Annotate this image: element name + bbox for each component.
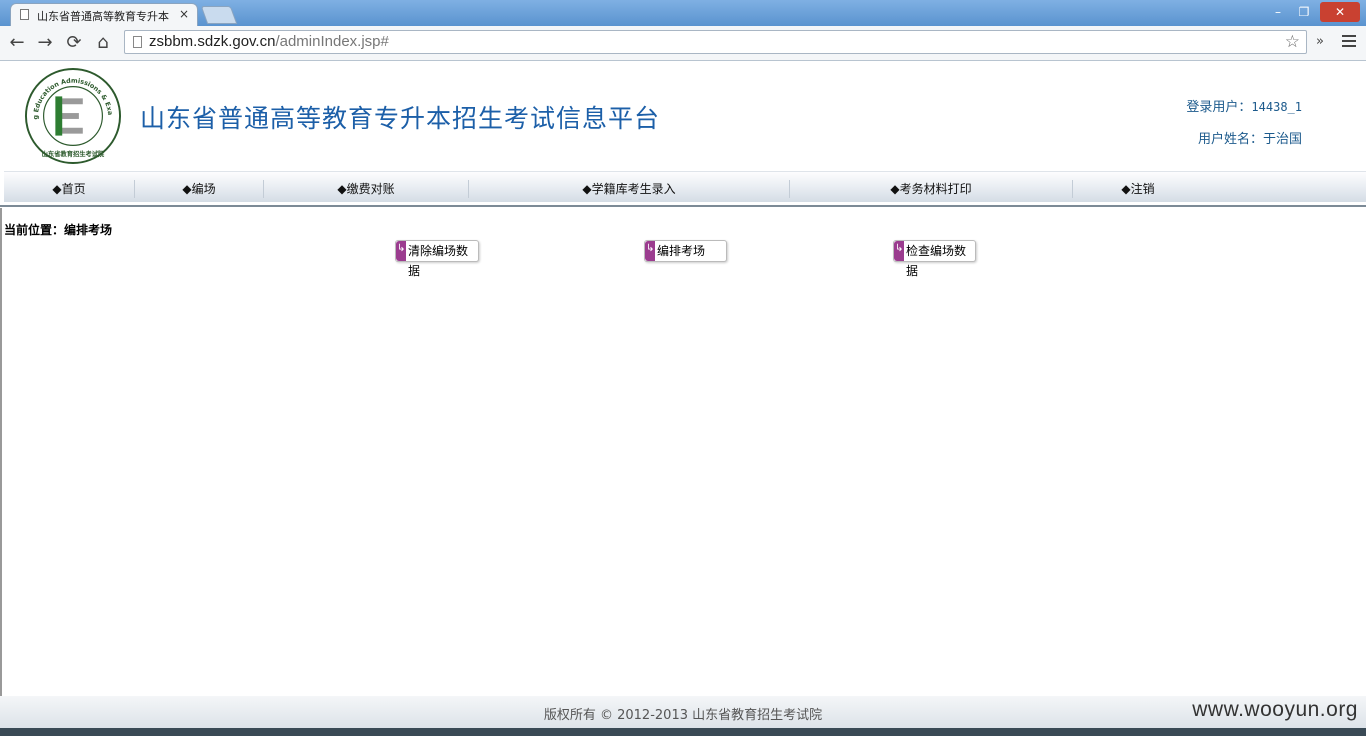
logo-seal-icon: Shandong Education Admissions & Examinat… — [24, 67, 122, 165]
address-bar[interactable]: zsbbm.sdzk.gov.cn/adminIndex.jsp# ☆ — [124, 30, 1307, 54]
tab-title: 山东省普通高等教育专升本 — [37, 10, 169, 23]
extensions-overflow-icon[interactable]: » — [1316, 34, 1324, 49]
home-icon[interactable]: ⌂ — [92, 32, 114, 54]
nav-item-payment-reconcile[interactable]: ◆缴费对账 — [264, 172, 468, 202]
browser-titlebar: 山东省普通高等教育专升本 × – ❐ ✕ — [0, 0, 1366, 26]
url-path: /adminIndex.jsp# — [275, 33, 389, 50]
button-arrow-icon — [645, 239, 655, 261]
address-url[interactable]: zsbbm.sdzk.gov.cn/adminIndex.jsp# — [149, 33, 389, 50]
nav-item-exam-print[interactable]: ◆考务材料打印 — [790, 172, 1072, 202]
watermark-text: www.wooyun.org — [1192, 698, 1358, 721]
button-label: 清除编场数据 — [408, 244, 469, 278]
breadcrumb: 当前位置：编排考场 — [4, 223, 113, 237]
user-name-value: 于治国 — [1262, 132, 1302, 147]
url-host: zsbbm.sdzk.gov.cn — [149, 33, 276, 50]
nav-item-arrange[interactable]: ◆编场 — [135, 172, 263, 202]
nav-bottom-border — [0, 205, 1366, 207]
clear-arrangement-button[interactable]: 清除编场数据 — [395, 239, 479, 278]
new-tab-button[interactable] — [200, 6, 238, 24]
window-restore-button[interactable]: ❐ — [1294, 2, 1314, 22]
page-icon — [20, 9, 29, 20]
reload-icon[interactable]: ⟳ — [63, 32, 85, 54]
main-nav: ◆首页 ◆编场 ◆缴费对账 ◆学籍库考生录入 ◆考务材料打印 ◆注销 — [4, 171, 1366, 202]
arrange-rooms-button[interactable]: 编排考场 — [644, 239, 727, 262]
browser-toolbar: ← → ⟳ ⌂ zsbbm.sdzk.gov.cn/adminIndex.jsp… — [0, 26, 1366, 61]
document-icon — [133, 36, 142, 48]
os-taskbar — [0, 728, 1366, 736]
user-name-label: 用户姓名： — [1197, 132, 1263, 147]
browser-tab[interactable]: 山东省普通高等教育专升本 × — [10, 3, 198, 26]
login-user-row: 登录用户：14438_1 — [1186, 91, 1302, 124]
copyright-text: 版权所有 © 2012-2013 山东省教育招生考试院 — [543, 708, 823, 723]
forward-icon[interactable]: → — [34, 32, 56, 54]
back-icon[interactable]: ← — [6, 32, 28, 54]
check-arrangement-button[interactable]: 检查编场数据 — [893, 239, 976, 278]
main-content: 当前位置：编排考场 清除编场数据 编排考场 检查编场数据 — [0, 208, 1366, 696]
button-label: 编排考场 — [657, 244, 706, 258]
button-label: 检查编场数据 — [906, 244, 967, 278]
nav-item-home[interactable]: ◆首页 — [4, 172, 134, 202]
bookmark-star-icon[interactable]: ☆ — [1285, 32, 1300, 52]
nav-item-logout[interactable]: ◆注销 — [1073, 172, 1203, 202]
tab-close-icon[interactable]: × — [179, 7, 189, 21]
login-user-value: 14438_1 — [1251, 100, 1302, 114]
site-title: 山东省普通高等教育专升本招生考试信息平台 — [140, 104, 661, 133]
logo-bottom-text: 山东省教育招生考试院 — [42, 149, 105, 158]
login-user-label: 登录用户： — [1186, 100, 1252, 115]
window-minimize-button[interactable]: – — [1268, 2, 1288, 22]
browser-menu-icon[interactable] — [1342, 35, 1356, 47]
button-arrow-icon — [396, 239, 406, 261]
nav-item-student-entry[interactable]: ◆学籍库考生录入 — [469, 172, 789, 202]
window-close-button[interactable]: ✕ — [1320, 2, 1360, 22]
button-arrow-icon — [894, 239, 904, 261]
user-name-row: 用户姓名：于治国 — [1186, 124, 1302, 156]
page-header: Shandong Education Admissions & Examinat… — [0, 61, 1366, 171]
page-footer: 版权所有 © 2012-2013 山东省教育招生考试院 — [0, 696, 1366, 728]
user-info: 登录用户：14438_1 用户姓名：于治国 — [1186, 91, 1302, 156]
